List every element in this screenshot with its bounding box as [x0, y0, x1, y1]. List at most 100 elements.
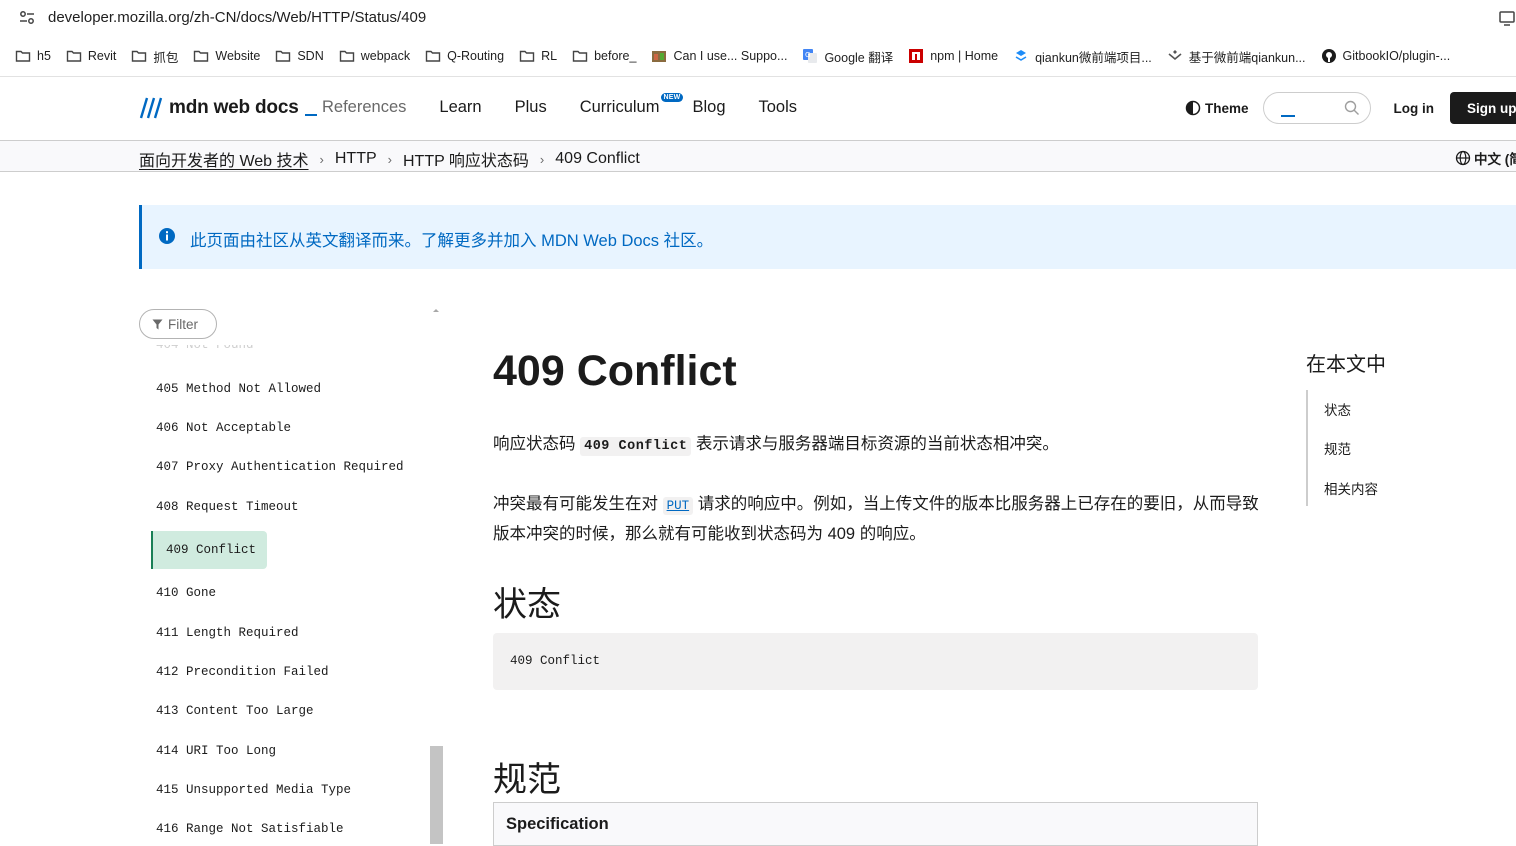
spec-heading: 规范: [493, 761, 561, 799]
nav-item-curriculum[interactable]: Curriculum NEW: [579, 93, 684, 117]
language-switcher[interactable]: 中文 (简体): [1455, 148, 1516, 168]
notice-link[interactable]: 此页面由社区从英文翻译而来。了解更多并加入 MDN Web Docs 社区。: [190, 227, 713, 251]
bookmarks-bar: h5 Revit 抓包 Website SDN webpack Q-Routing RL bef…: [0, 40, 1516, 72]
filter-icon: [152, 319, 163, 329]
translation-notice: 此页面由社区从英文翻译而来。了解更多并加入 MDN Web Docs 社区。: [139, 205, 1516, 269]
breadcrumb-item: 409 Conflict: [555, 150, 640, 167]
toc-item[interactable]: 相关内容: [1324, 478, 1378, 498]
bookmark-item[interactable]: SDN: [275, 48, 324, 64]
bookmark-item[interactable]: GitbookIO/plugin-...: [1321, 48, 1451, 64]
bookmark-item[interactable]: before_: [572, 48, 636, 64]
bookmark-label: Q-Routing: [447, 49, 505, 63]
chevron-right-icon: ›: [387, 151, 392, 167]
bookmark-item[interactable]: npm | Home: [908, 48, 998, 64]
chevron-right-icon: ›: [539, 151, 545, 167]
mdn-logo[interactable]: mdn web docs: [139, 97, 317, 119]
inline-code-409: 409 Conflict: [580, 437, 692, 456]
folder-icon: [339, 50, 354, 62]
sidebar-item[interactable]: 415 Unsupported Media Type: [156, 783, 351, 797]
header-actions: Theme Log in Sign up for free: [1185, 92, 1516, 124]
chevron-right-icon: ›: [319, 151, 324, 167]
search-box[interactable]: [1262, 92, 1371, 124]
folder-icon: [15, 50, 31, 62]
bookmark-item[interactable]: 基于微前端qiankun...: [1167, 47, 1306, 66]
scroll-up-arrow-icon[interactable]: [431, 306, 441, 314]
folder-icon: [572, 50, 588, 62]
caniuse-icon: [652, 51, 667, 62]
main-nav: References Learn Plus Curriculum NEW Blog Tool…: [322, 93, 830, 117]
put-method-link[interactable]: PUT: [662, 497, 694, 515]
bookmark-item[interactable]: Website: [193, 48, 260, 64]
status-code-block: 409 Conflict: [493, 633, 1258, 690]
breadcrumb-item[interactable]: HTTP: [335, 150, 377, 168]
bookmark-item[interactable]: Can I use... Suppo...: [651, 48, 787, 64]
sidebar-item[interactable]: 413 Content Too Large: [156, 704, 314, 718]
conflict-text-before: 冲突最有可能发生在对: [493, 495, 663, 513]
bookmark-item[interactable]: webpack: [339, 48, 410, 64]
sidebar-scrollbar-thumb[interactable]: [430, 746, 443, 844]
sidebar-item[interactable]: 408 Request Timeout: [156, 500, 299, 514]
sidebar-item[interactable]: 414 URI Too Long: [156, 744, 276, 758]
sidebar-item[interactable]: 405 Method Not Allowed: [156, 382, 321, 396]
nav-item-plus[interactable]: Plus: [515, 98, 547, 117]
spec-table: Specification: [493, 802, 1258, 846]
filter-label: Filter: [168, 316, 198, 332]
folder-icon: [66, 50, 82, 62]
site-settings-icon[interactable]: [18, 9, 36, 27]
sidebar-item[interactable]: 406 Not Acceptable: [156, 421, 291, 435]
browser-url-bar[interactable]: developer.mozilla.org/zh-CN/docs/Web/HTT…: [0, 0, 1516, 36]
intro-text-before: 响应状态码: [493, 435, 581, 453]
bookmark-item[interactable]: 抓包: [131, 47, 178, 66]
address-text[interactable]: developer.mozilla.org/zh-CN/docs/Web/HTT…: [48, 9, 426, 26]
status-heading: 状态: [493, 586, 561, 624]
breadcrumb: 面向开发者的 Web 技术 › HTTP › HTTP 响应状态码 › 409 Confli…: [139, 147, 640, 171]
logo-text: mdn web docs: [169, 97, 299, 118]
signup-button[interactable]: Sign up for free: [1450, 92, 1516, 124]
bookmark-item[interactable]: RL: [519, 48, 557, 64]
breadcrumb-item[interactable]: 面向开发者的 Web 技术: [139, 147, 309, 171]
globe-icon: [1455, 150, 1471, 166]
bookmark-label: 基于微前端qiankun...: [1188, 50, 1306, 65]
sidebar-item-active[interactable]: 409 Conflict: [151, 531, 267, 569]
breadcrumb-bar: 面向开发者的 Web 技术 › HTTP › HTTP 响应状态码 › 409 Confli…: [0, 140, 1516, 172]
npm-icon: [909, 49, 924, 63]
folder-icon: [276, 50, 291, 62]
nav-item-blog[interactable]: Blog: [692, 98, 725, 117]
toc-item[interactable]: 状态: [1324, 399, 1351, 419]
sidebar-item-cut[interactable]: 404 Not Found: [156, 345, 254, 353]
bookmark-label: GitbookIO/plugin-...: [1342, 49, 1451, 63]
search-icon[interactable]: [1344, 100, 1360, 116]
bookmark-label: RL: [541, 49, 558, 63]
status-code-text: 409 Conflict: [510, 654, 601, 668]
sidebar-item[interactable]: 411 Length Required: [156, 626, 299, 640]
toc-item[interactable]: 规范: [1324, 438, 1351, 458]
breadcrumb-item[interactable]: HTTP 响应状态码: [403, 147, 529, 171]
theme-label: Theme: [1205, 100, 1249, 116]
folder-icon: [519, 50, 535, 62]
sidebar-item[interactable]: 416 Range Not Satisfiable: [156, 822, 344, 836]
bookmark-item[interactable]: qiankun微前端项目...: [1013, 47, 1152, 66]
cast-icon[interactable]: [1498, 9, 1516, 27]
mdn-logo-icon: [139, 97, 163, 119]
bookmark-item[interactable]: Q-Routing: [425, 48, 504, 64]
nav-label: Curriculum: [579, 98, 660, 116]
folder-icon: [194, 50, 209, 62]
nav-item-tools[interactable]: Tools: [759, 98, 798, 117]
bookmark-item[interactable]: h5: [15, 48, 51, 64]
bookmark-item[interactable]: G Google 翻译: [802, 47, 893, 66]
sidebar-item[interactable]: 412 Precondition Failed: [156, 665, 329, 679]
search-cursor: [1280, 115, 1295, 117]
login-link[interactable]: Log in: [1394, 101, 1435, 116]
sidebar-item[interactable]: 407 Proxy Authentication Required: [156, 460, 404, 474]
nav-item-references[interactable]: References: [322, 98, 406, 117]
sidebar-item[interactable]: 410 Gone: [156, 586, 216, 600]
github-icon: [1321, 49, 1336, 63]
bookmark-label: npm | Home: [930, 49, 999, 63]
nav-label: Blog: [692, 98, 726, 116]
sidebar-filter-button[interactable]: Filter: [139, 309, 217, 339]
bookmark-item[interactable]: Revit: [66, 48, 116, 64]
nav-item-learn[interactable]: Learn: [439, 98, 481, 117]
bookmark-label: Website: [215, 49, 261, 63]
folder-icon: [425, 50, 441, 62]
theme-button[interactable]: Theme: [1185, 100, 1249, 116]
